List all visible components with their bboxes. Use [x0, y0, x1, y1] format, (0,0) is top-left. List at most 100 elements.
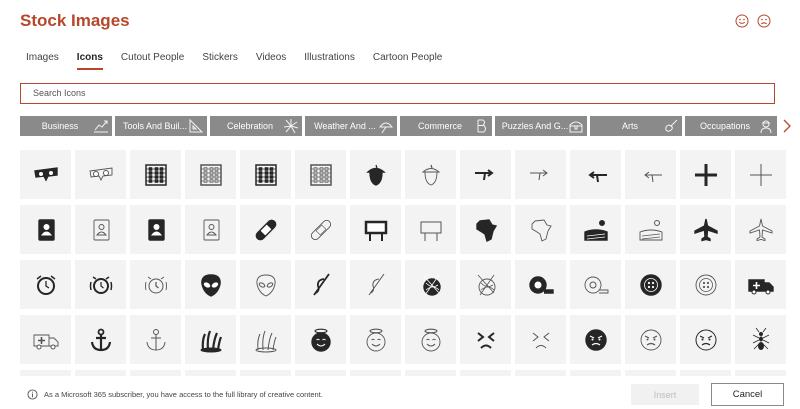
icon-tile[interactable] — [75, 260, 126, 309]
icon-tile[interactable] — [240, 315, 291, 364]
category-label: Puzzles And G... — [501, 121, 569, 131]
icon-tile[interactable] — [20, 205, 71, 254]
smile-feedback-icon[interactable] — [735, 14, 749, 28]
icon-tile[interactable] — [735, 315, 786, 364]
billboard-icon — [364, 220, 387, 241]
bitcoin-icon — [477, 119, 486, 133]
icon-tile[interactable] — [680, 315, 731, 364]
icon-tile[interactable] — [130, 315, 181, 364]
icon-tile[interactable] — [295, 370, 346, 376]
icon-tile[interactable] — [295, 205, 346, 254]
category-chip[interactable]: Arts — [590, 116, 682, 136]
icon-tile[interactable] — [185, 260, 236, 309]
icon-tile[interactable] — [405, 370, 456, 376]
icon-tile[interactable] — [625, 205, 676, 254]
icon-tile[interactable] — [405, 315, 456, 364]
icon-tile[interactable] — [185, 150, 236, 199]
tab-icons[interactable]: Icons — [76, 52, 103, 70]
icon-tile[interactable] — [515, 370, 566, 376]
tab-cartoon-people[interactable]: Cartoon People — [373, 52, 443, 70]
icon-tile[interactable] — [515, 260, 566, 309]
icon-tile[interactable] — [570, 315, 621, 364]
icon-tile[interactable] — [350, 150, 401, 199]
icon-tile[interactable] — [515, 150, 566, 199]
icon-tile[interactable] — [735, 370, 786, 376]
icon-tile[interactable] — [295, 260, 346, 309]
curve-arrow-right-outline-icon — [529, 169, 548, 180]
icon-tile[interactable] — [75, 205, 126, 254]
icon-tile[interactable] — [625, 315, 676, 364]
icon-tile[interactable] — [240, 260, 291, 309]
icon-tile[interactable] — [570, 150, 621, 199]
icon-tile[interactable] — [240, 150, 291, 199]
tab-bar: Images Icons Cutout People Stickers Videos Il… — [26, 52, 460, 76]
icon-tile[interactable] — [240, 370, 291, 376]
icon-tile[interactable] — [350, 205, 401, 254]
insert-button[interactable]: Insert — [631, 384, 699, 405]
icon-tile[interactable] — [570, 260, 621, 309]
icon-tile[interactable] — [75, 150, 126, 199]
ambulance-icon — [747, 278, 774, 294]
icon-tile[interactable] — [735, 205, 786, 254]
icon-tile[interactable] — [130, 205, 181, 254]
icon-tile[interactable] — [460, 315, 511, 364]
icon-tile[interactable] — [735, 260, 786, 309]
icon-tile[interactable] — [75, 315, 126, 364]
icon-tile[interactable] — [680, 260, 731, 309]
icon-tile[interactable] — [735, 150, 786, 199]
chevron-right-icon[interactable] — [781, 117, 793, 135]
icon-tile[interactable] — [295, 315, 346, 364]
icon-tile[interactable] — [295, 150, 346, 199]
tab-stickers[interactable]: Stickers — [202, 52, 238, 70]
icon-tile[interactable] — [680, 205, 731, 254]
icon-tile[interactable] — [405, 205, 456, 254]
ant-icon — [752, 327, 769, 350]
icon-tile[interactable] — [20, 370, 71, 376]
icon-tile[interactable] — [350, 315, 401, 364]
tab-images[interactable]: Images — [26, 52, 59, 70]
frown-feedback-icon[interactable] — [757, 14, 771, 28]
search-input[interactable]: Search Icons — [20, 83, 775, 104]
tab-videos[interactable]: Videos — [256, 52, 286, 70]
icon-tile[interactable] — [75, 370, 126, 376]
icon-tile[interactable] — [130, 150, 181, 199]
icon-tile[interactable] — [460, 205, 511, 254]
icon-tile[interactable] — [625, 370, 676, 376]
category-chip[interactable]: Business — [20, 116, 112, 136]
coral-icon — [200, 330, 222, 352]
icon-tile[interactable] — [625, 150, 676, 199]
icon-tile[interactable] — [570, 370, 621, 376]
icon-tile[interactable] — [185, 315, 236, 364]
icon-tile[interactable] — [460, 260, 511, 309]
icon-tile[interactable] — [460, 370, 511, 376]
category-chip[interactable]: Tools And Buil... — [115, 116, 207, 136]
category-chip[interactable]: Weather And ... — [305, 116, 397, 136]
icon-tile[interactable] — [680, 150, 731, 199]
tab-illustrations[interactable]: Illustrations — [304, 52, 355, 70]
icon-tile[interactable] — [185, 205, 236, 254]
icon-tile[interactable] — [240, 205, 291, 254]
icon-tile[interactable] — [20, 315, 71, 364]
icon-tile[interactable] — [460, 150, 511, 199]
icon-tile[interactable] — [350, 260, 401, 309]
icon-tile[interactable] — [515, 205, 566, 254]
tab-cutout-people[interactable]: Cutout People — [121, 52, 184, 70]
category-chip[interactable]: Occupations — [685, 116, 777, 136]
icon-tile[interactable] — [625, 260, 676, 309]
cancel-button[interactable]: Cancel — [711, 383, 784, 406]
icon-tile[interactable] — [350, 370, 401, 376]
icon-tile[interactable] — [405, 260, 456, 309]
icon-tile[interactable] — [405, 150, 456, 199]
icon-tile[interactable] — [185, 370, 236, 376]
category-chip[interactable]: Commerce — [400, 116, 492, 136]
icon-tile[interactable] — [20, 260, 71, 309]
africa-icon — [475, 218, 497, 242]
icon-tile[interactable] — [20, 150, 71, 199]
icon-tile[interactable] — [515, 315, 566, 364]
category-chip[interactable]: Puzzles And G... — [495, 116, 587, 136]
icon-tile[interactable] — [570, 205, 621, 254]
icon-tile[interactable] — [680, 370, 731, 376]
icon-tile[interactable] — [130, 260, 181, 309]
icon-tile[interactable] — [130, 370, 181, 376]
category-chip[interactable]: Celebration — [210, 116, 302, 136]
